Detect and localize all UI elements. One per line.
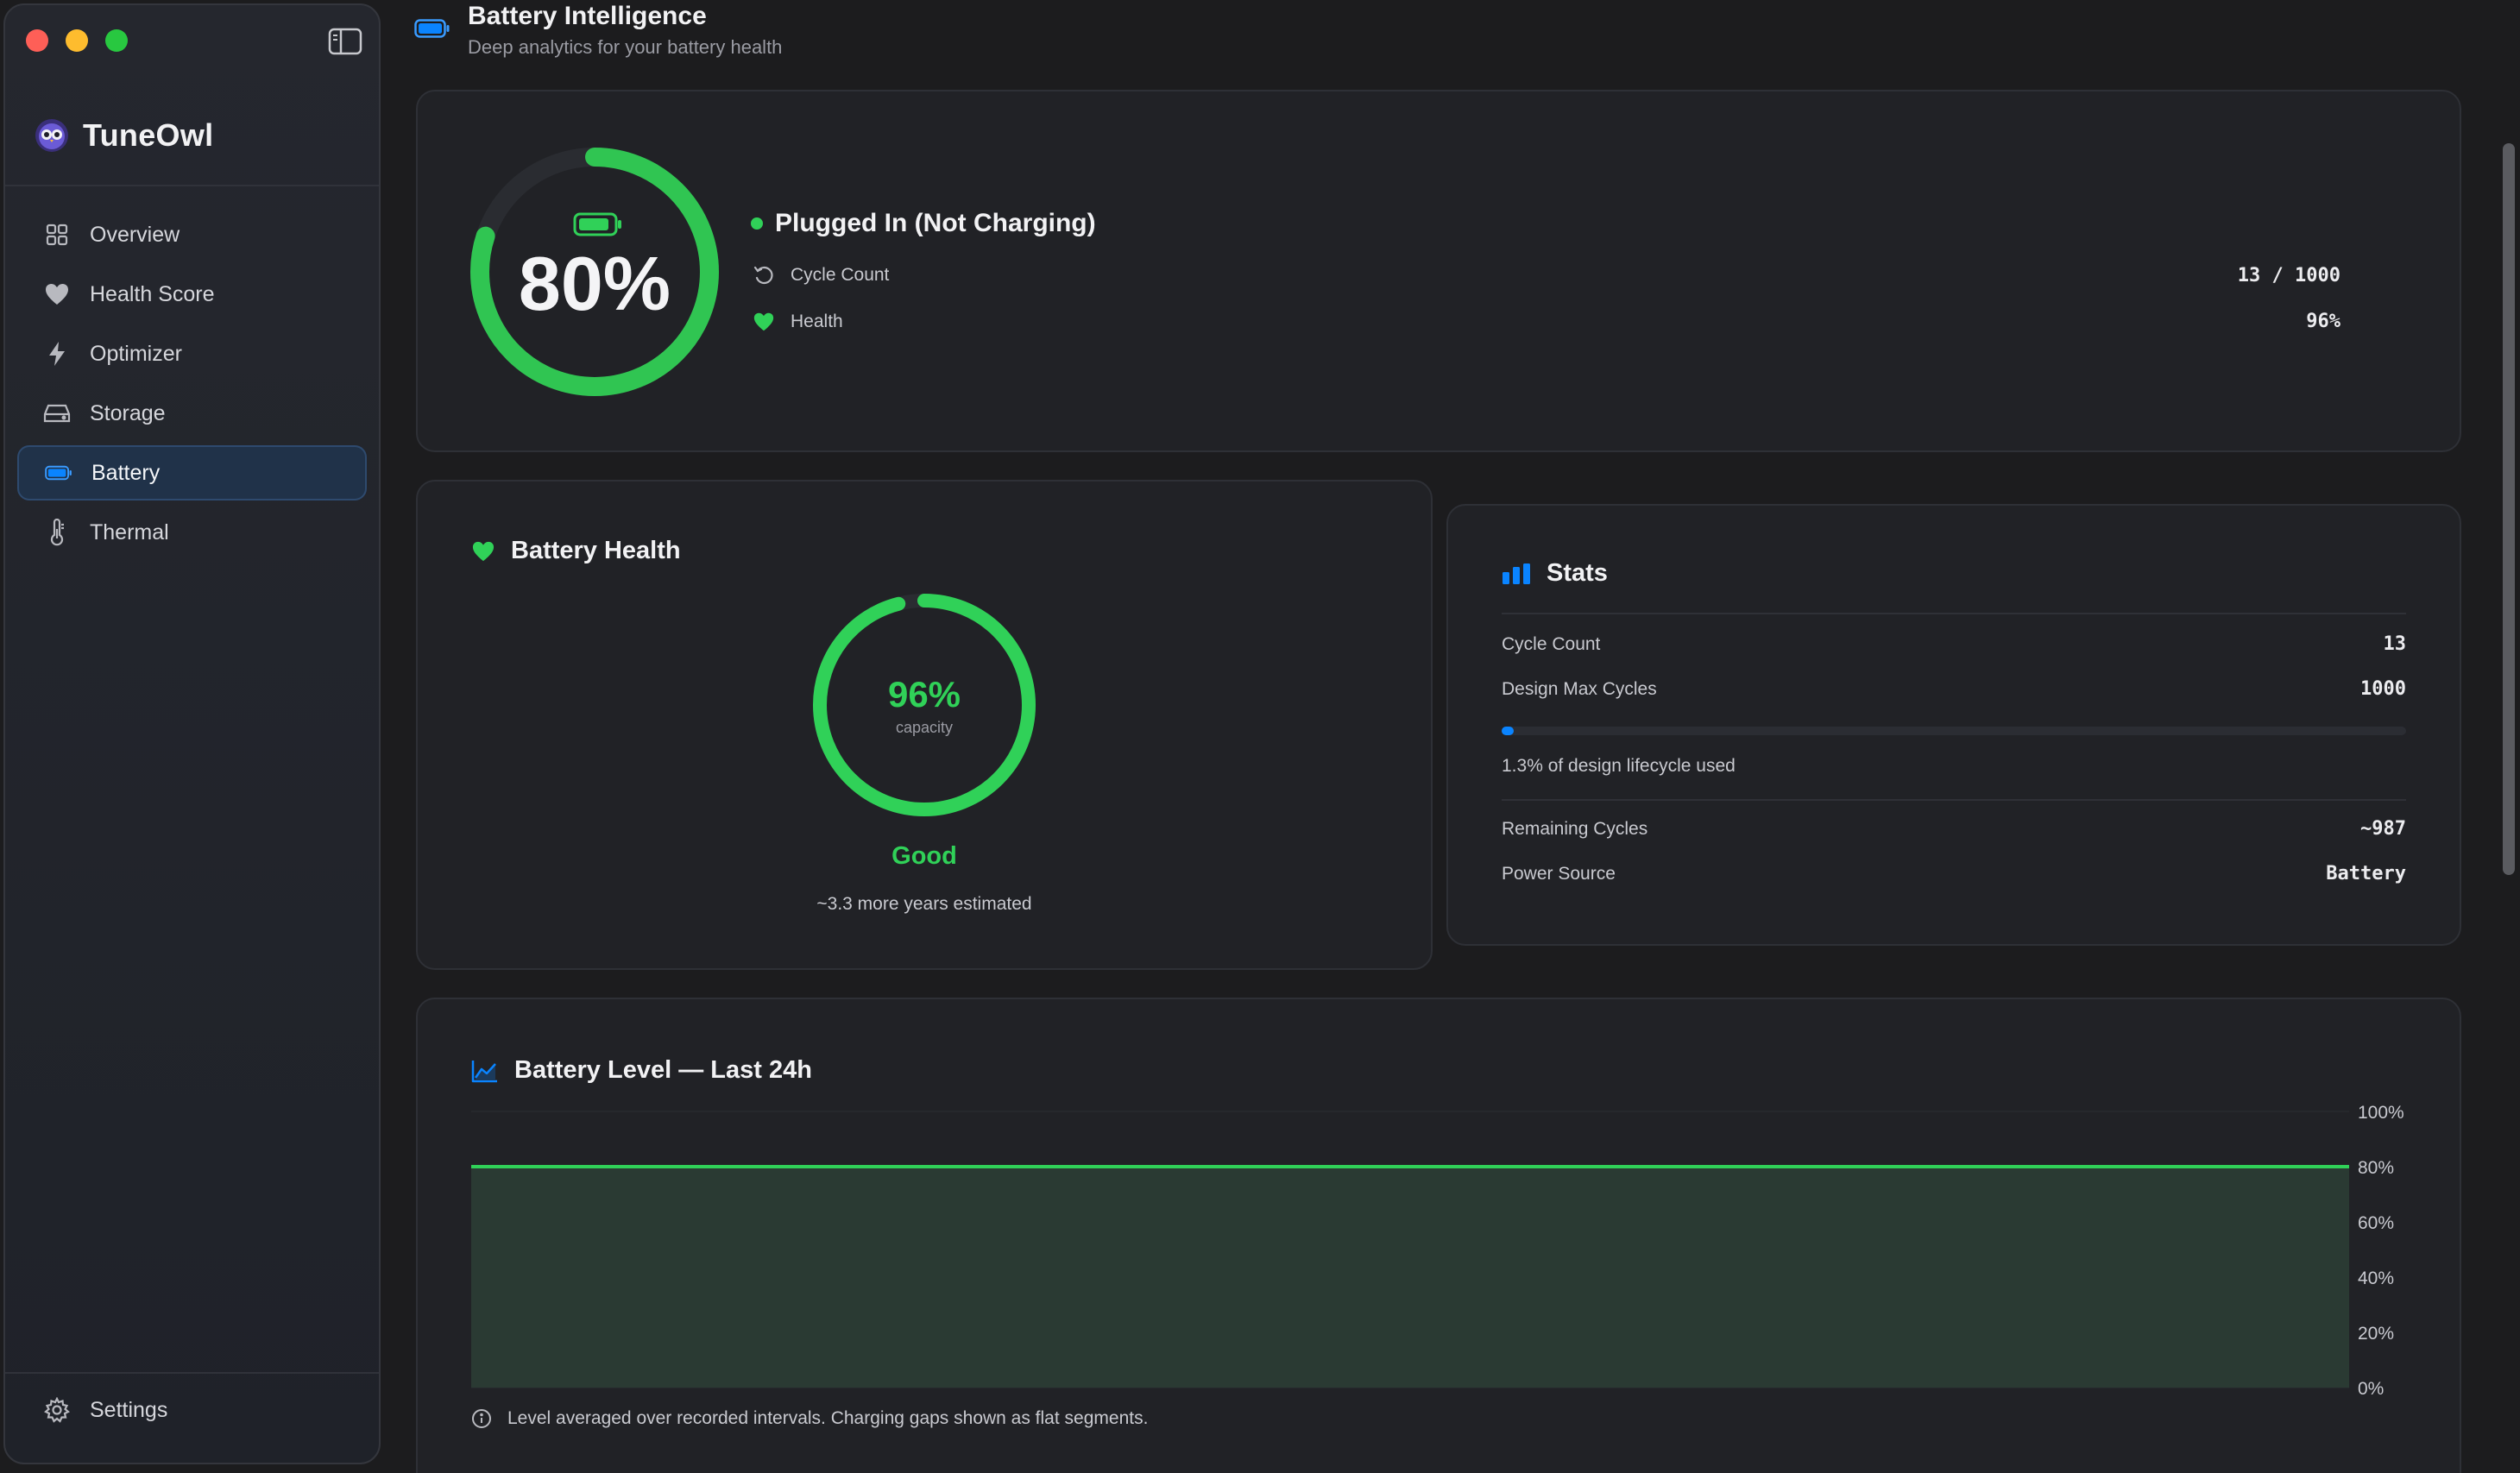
sidebar-item-overview[interactable]: Overview — [17, 207, 367, 262]
brand: TuneOwl — [35, 117, 213, 154]
sidebar-toggle-icon[interactable] — [328, 28, 362, 55]
close-window-button[interactable] — [26, 29, 48, 52]
stats-card: Stats Cycle Count 13 Design Max Cycles 1… — [1446, 504, 2461, 946]
stats-divider — [1502, 799, 2406, 801]
sidebar-item-thermal[interactable]: Thermal — [17, 505, 367, 560]
stat-label: Power Source — [1502, 863, 1616, 884]
owl-logo-icon — [35, 119, 68, 152]
sidebar-item-label: Battery — [91, 460, 161, 485]
sidebar-item-label: Storage — [90, 400, 166, 425]
stat-label: Design Max Cycles — [1502, 678, 1657, 699]
page-title: Battery Intelligence — [468, 2, 707, 30]
y-tick-label: 100% — [2358, 1103, 2404, 1123]
stat-row-power-source: Power Source Battery — [1502, 863, 2406, 884]
stat-label: Cycle Count — [1502, 633, 1601, 654]
grid-icon — [43, 221, 71, 249]
sidebar-item-settings[interactable]: Settings — [43, 1396, 167, 1424]
battery-health-header: Battery Health — [471, 537, 681, 565]
thermometer-icon — [43, 519, 71, 546]
lifecycle-note: 1.3% of design lifecycle used — [1502, 756, 1736, 776]
sidebar-item-label: Thermal — [90, 519, 169, 545]
stats-title: Stats — [1547, 559, 1608, 587]
sidebar: TuneOwl Overview Health Score Optimizer — [3, 3, 381, 1464]
sidebar-item-storage[interactable]: Storage — [17, 386, 367, 441]
info-icon — [472, 1409, 491, 1428]
stat-value: 13 — [2383, 633, 2407, 655]
battery-health-card: Battery Health 96% capacity Good ~3.3 mo… — [416, 480, 1433, 970]
health-value: 96% — [2306, 311, 2340, 332]
stat-value: 1000 — [2360, 678, 2406, 700]
bolt-icon — [43, 340, 71, 368]
power-status: Plugged In (Not Charging) — [751, 209, 1096, 238]
cycle-icon — [753, 266, 773, 285]
chart-footnote: Level averaged over recorded intervals. … — [471, 1408, 1148, 1429]
sidebar-divider — [5, 1372, 379, 1374]
heart-icon — [472, 541, 495, 561]
stat-row-design-max: Design Max Cycles 1000 — [1502, 678, 2406, 700]
y-tick-label: 60% — [2358, 1213, 2394, 1233]
sidebar-item-optimizer[interactable]: Optimizer — [17, 326, 367, 381]
stat-label: Remaining Cycles — [1502, 818, 1648, 839]
minimize-window-button[interactable] — [66, 29, 88, 52]
chart-footnote-text: Level averaged over recorded intervals. … — [507, 1408, 1149, 1428]
health-caption: capacity — [895, 718, 954, 736]
scrollbar-thumb[interactable] — [2503, 143, 2515, 875]
drive-icon — [43, 400, 71, 427]
battery-icon — [414, 19, 450, 38]
status-dot — [751, 217, 763, 230]
sidebar-item-health-score[interactable]: Health Score — [17, 267, 367, 322]
sidebar-item-label: Health Score — [90, 281, 215, 306]
cycle-count-value: 13 / 1000 — [2237, 264, 2340, 286]
health-ring-label: 96% capacity — [810, 590, 1039, 820]
health-estimate: ~3.3 more years estimated — [816, 894, 1032, 914]
zoom-window-button[interactable] — [105, 29, 128, 52]
battery-overview-card: 80% Plugged In (Not Charging) Cycle Coun… — [416, 90, 2461, 452]
stat-value: ~987 — [2360, 818, 2406, 840]
health-row: Health 96% — [753, 311, 2340, 332]
sidebar-item-label: Overview — [90, 222, 180, 247]
power-status-text: Plugged In (Not Charging) — [775, 209, 1096, 237]
sidebar-item-battery[interactable]: Battery — [17, 445, 367, 500]
sidebar-item-label: Optimizer — [90, 341, 182, 366]
battery-health-title: Battery Health — [511, 537, 681, 564]
health-label: Health — [791, 311, 843, 331]
battery-level-chart-card: Battery Level — Last 24h 100% 80% 60% 40% 20… — [416, 998, 2461, 1473]
brand-name: TuneOwl — [83, 117, 214, 153]
sidebar-divider — [5, 185, 379, 186]
y-tick-label: 80% — [2358, 1158, 2394, 1178]
charge-percent: 80% — [518, 241, 671, 326]
page-header: Battery Intelligence Deep analytics for … — [414, 0, 782, 59]
lifecycle-progress-bar — [1502, 727, 2406, 735]
y-tick-label: 20% — [2358, 1324, 2394, 1344]
gear-icon — [43, 1396, 71, 1424]
health-percent: 96% — [887, 673, 961, 714]
cycle-count-row: Cycle Count 13 / 1000 — [753, 264, 2340, 286]
health-grade: Good — [891, 842, 957, 870]
stats-header: Stats — [1502, 559, 1608, 588]
heart-icon — [753, 312, 774, 330]
stats-divider — [1502, 613, 2406, 614]
y-tick-label: 0% — [2358, 1379, 2384, 1399]
battery-level-chart: 100% 80% 60% 40% 20% 0% — [471, 1103, 2404, 1399]
y-tick-label: 40% — [2358, 1268, 2394, 1288]
sidebar-nav: Overview Health Score Optimizer Storage … — [17, 207, 367, 564]
stat-row-cycle-count: Cycle Count 13 — [1502, 633, 2406, 655]
battery-icon — [45, 459, 72, 487]
series-area-fill — [471, 1167, 2349, 1388]
settings-label: Settings — [90, 1397, 168, 1422]
page-subtitle: Deep analytics for your battery health — [468, 36, 783, 58]
heart-icon — [43, 280, 71, 308]
cycle-count-label: Cycle Count — [791, 265, 890, 285]
stat-row-remaining: Remaining Cycles ~987 — [1502, 818, 2406, 840]
bar-chart-icon — [1503, 563, 1530, 584]
lifecycle-progress-fill — [1502, 727, 1514, 735]
stat-value: Battery — [2326, 863, 2406, 884]
